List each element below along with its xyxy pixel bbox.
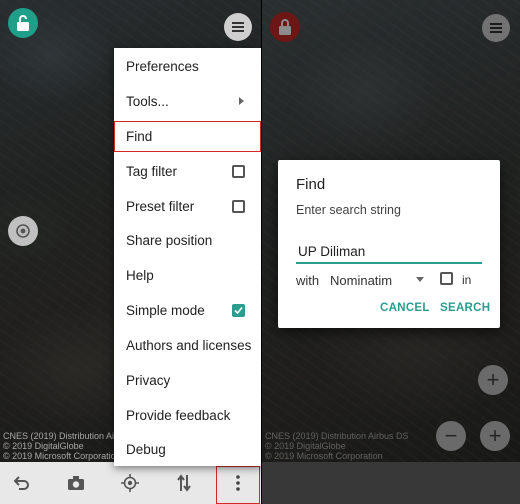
geocoder-select[interactable]: Nominatim [330, 270, 424, 290]
menu-item-label: Find [126, 128, 153, 144]
menu-item-preferences[interactable]: Preferences [114, 49, 262, 83]
camera-icon [68, 476, 84, 490]
bottom-toolbar [0, 462, 262, 504]
unlock-button[interactable] [8, 8, 38, 38]
menu-item-label: Preferences [126, 58, 199, 74]
dialog-title: Find [296, 176, 326, 193]
overflow-menu-button[interactable] [224, 462, 252, 504]
menu-item-privacy[interactable]: Privacy [114, 363, 262, 397]
cancel-button[interactable]: CANCEL [380, 302, 430, 314]
menu-item-tag-filter[interactable]: Tag filter [114, 154, 262, 188]
menu-item-debug[interactable]: Debug [114, 432, 262, 466]
menu-item-authors-licenses[interactable]: Authors and licenses [114, 328, 262, 362]
menu-item-provide-feedback[interactable]: Provide feedback [114, 398, 262, 432]
menu-item-find[interactable]: Find [114, 119, 262, 153]
undo-icon [13, 476, 29, 490]
dialog-message: Enter search string [296, 203, 401, 217]
target-icon [16, 224, 30, 238]
menu-item-help[interactable]: Help [114, 258, 262, 292]
transfer-icon [177, 474, 191, 492]
left-screen: CNES (2019) Distribution Airbus DS © 201… [0, 0, 262, 504]
check-icon [234, 306, 243, 315]
geocoder-value: Nominatim [330, 273, 393, 288]
menu-item-simple-mode[interactable]: Simple mode [114, 293, 262, 327]
menu-item-label: Debug [126, 441, 166, 457]
find-dialog: Find Enter search string with Nominatim … [278, 160, 500, 328]
gps-icon [121, 474, 139, 492]
camera-button[interactable] [62, 462, 90, 504]
search-button[interactable]: SEARCH [440, 302, 490, 314]
dropdown-arrow-icon [416, 277, 424, 282]
attribution-line-2: © 2019 DigitalGlobe [3, 441, 84, 451]
simple-mode-checkbox[interactable] [232, 304, 245, 317]
with-label: with [296, 273, 320, 288]
overflow-menu: Preferences Tools... Find Tag filter Pre… [114, 48, 262, 466]
menu-item-label: Preset filter [126, 198, 195, 214]
undo-button[interactable] [8, 462, 36, 504]
menu-item-label: Tools... [126, 93, 169, 109]
preset-filter-checkbox[interactable] [232, 200, 245, 213]
lock-open-icon [17, 15, 29, 31]
transfer-button[interactable] [170, 462, 198, 504]
submenu-arrow-icon [239, 97, 244, 105]
menu-item-label: Tag filter [126, 163, 178, 179]
menu-item-share-position[interactable]: Share position [114, 223, 262, 257]
search-input[interactable] [296, 240, 482, 264]
layer-menu-button[interactable] [224, 13, 252, 41]
limit-search-checkbox[interactable] [440, 272, 453, 285]
menu-item-label: Help [126, 267, 154, 283]
menu-item-tools[interactable]: Tools... [114, 84, 262, 118]
menu-item-label: Provide feedback [126, 407, 231, 423]
gps-button[interactable] [116, 462, 144, 504]
locate-button[interactable] [8, 216, 38, 246]
menu-item-label: Simple mode [126, 302, 205, 318]
menu-item-preset-filter[interactable]: Preset filter [114, 189, 262, 223]
attribution-line-3: © 2019 Microsoft Corporation [3, 451, 121, 461]
in-label: in [462, 273, 472, 287]
hamburger-icon [232, 22, 244, 32]
tag-filter-checkbox[interactable] [232, 165, 245, 178]
menu-item-label: Share position [126, 232, 213, 248]
menu-item-label: Privacy [126, 372, 171, 388]
menu-item-label: Authors and licenses [126, 337, 252, 353]
overflow-menu-icon [236, 475, 240, 491]
right-screen: + − + CNES (2019) Distribution Airbus DS… [262, 0, 520, 504]
